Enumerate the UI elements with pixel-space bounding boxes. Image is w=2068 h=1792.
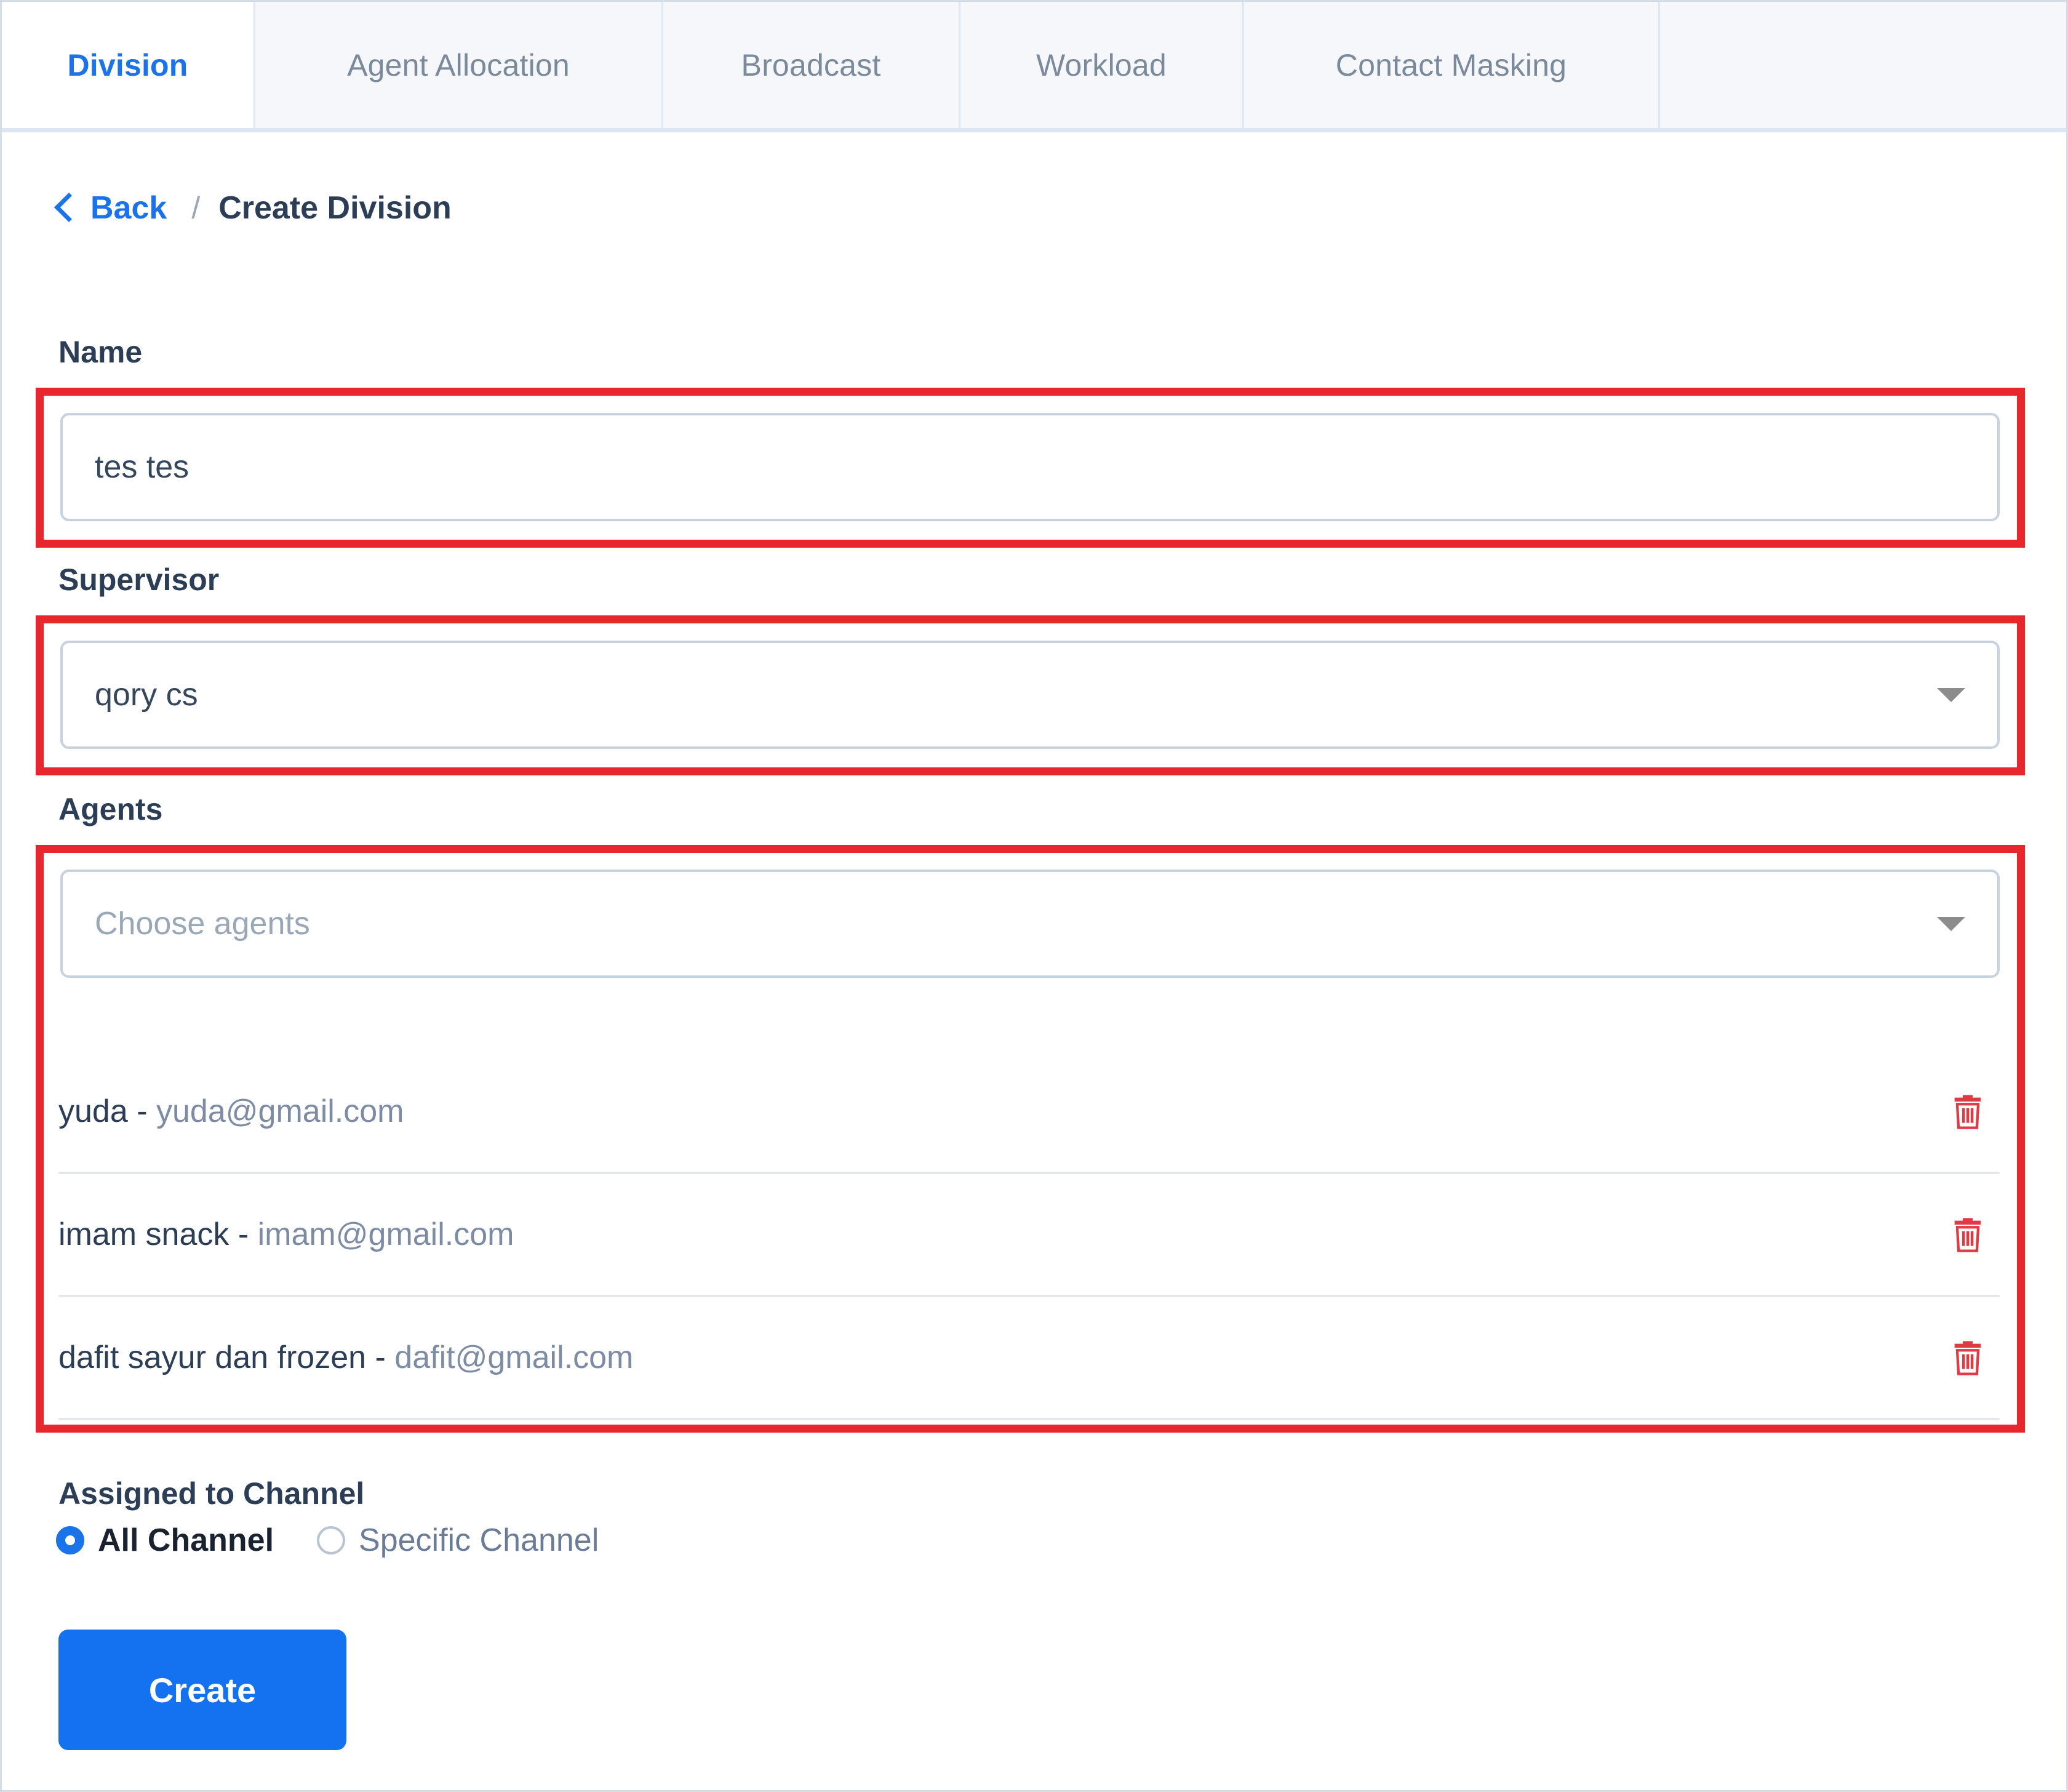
trash-icon — [1948, 1215, 1987, 1254]
tab-division-label: Division — [67, 47, 188, 83]
radio-all-channel[interactable]: All Channel — [56, 1522, 274, 1559]
agent-email: dafit@gmail.com — [394, 1340, 633, 1375]
page-title: Create Division — [218, 190, 452, 226]
supervisor-select-value: qory cs — [95, 676, 198, 713]
table-row: yuda - yuda@gmail.com — [58, 1051, 2000, 1174]
agent-row-text: dafit sayur dan frozen - dafit@gmail.com — [58, 1339, 633, 1376]
tab-contact-masking-label: Contact Masking — [1336, 47, 1567, 83]
table-row: imam snack - imam@gmail.com — [58, 1174, 2000, 1297]
chevron-left-icon[interactable] — [54, 193, 84, 222]
trash-icon — [1948, 1338, 1987, 1377]
agents-label: Agents — [58, 791, 162, 827]
radio-empty-icon[interactable] — [317, 1526, 345, 1554]
radio-filled-icon[interactable] — [56, 1526, 84, 1554]
tab-bar: Division Agent Allocation Broadcast Work… — [2, 2, 2066, 132]
agent-name: dafit sayur dan frozen — [58, 1340, 366, 1375]
tab-workload[interactable]: Workload — [960, 2, 1244, 128]
radio-specific-channel-label: Specific Channel — [359, 1522, 599, 1559]
agent-row-text: imam snack - imam@gmail.com — [58, 1216, 514, 1253]
agent-email: imam@gmail.com — [258, 1217, 514, 1252]
agent-dash: - — [229, 1217, 257, 1252]
name-input-value: tes tes — [95, 449, 189, 486]
create-button[interactable]: Create — [58, 1630, 346, 1750]
breadcrumb: Back / Create Division — [58, 186, 452, 230]
radio-all-channel-label: All Channel — [98, 1522, 274, 1559]
breadcrumb-separator: / — [191, 190, 200, 226]
chevron-down-icon[interactable] — [1937, 917, 1965, 931]
tab-broadcast[interactable]: Broadcast — [663, 2, 960, 128]
supervisor-label: Supervisor — [58, 562, 219, 598]
agent-dash: - — [128, 1094, 156, 1129]
create-division-page: Division Agent Allocation Broadcast Work… — [0, 0, 2068, 1792]
name-input[interactable]: tes tes — [60, 413, 2000, 521]
back-link[interactable]: Back — [90, 190, 167, 226]
tab-workload-label: Workload — [1036, 47, 1167, 83]
agent-dash: - — [366, 1340, 394, 1375]
delete-agent-button[interactable] — [1944, 1334, 1991, 1381]
delete-agent-button[interactable] — [1944, 1211, 1991, 1258]
tab-bar-filler — [1660, 2, 2066, 128]
table-row: dafit sayur dan frozen - dafit@gmail.com — [58, 1297, 2000, 1420]
tab-broadcast-label: Broadcast — [741, 47, 881, 83]
name-label: Name — [58, 334, 142, 370]
agents-select-placeholder: Choose agents — [95, 905, 310, 942]
supervisor-select[interactable]: qory cs — [60, 641, 2000, 749]
tab-agent-allocation[interactable]: Agent Allocation — [255, 2, 663, 128]
tab-agent-allocation-label: Agent Allocation — [347, 47, 570, 83]
tab-contact-masking[interactable]: Contact Masking — [1244, 2, 1660, 128]
delete-agent-button[interactable] — [1944, 1088, 1991, 1135]
chevron-down-icon[interactable] — [1937, 688, 1965, 702]
agent-row-text: yuda - yuda@gmail.com — [58, 1093, 404, 1130]
assigned-to-channel-label: Assigned to Channel — [58, 1476, 364, 1511]
agent-name: imam snack — [58, 1217, 229, 1252]
channel-radio-group: All Channel Specific Channel — [56, 1522, 642, 1559]
agent-name: yuda — [58, 1094, 128, 1129]
agents-select[interactable]: Choose agents — [60, 870, 2000, 978]
trash-icon — [1948, 1092, 1987, 1131]
tab-division[interactable]: Division — [2, 2, 255, 128]
agent-email: yuda@gmail.com — [156, 1094, 404, 1129]
radio-specific-channel[interactable]: Specific Channel — [317, 1522, 599, 1559]
